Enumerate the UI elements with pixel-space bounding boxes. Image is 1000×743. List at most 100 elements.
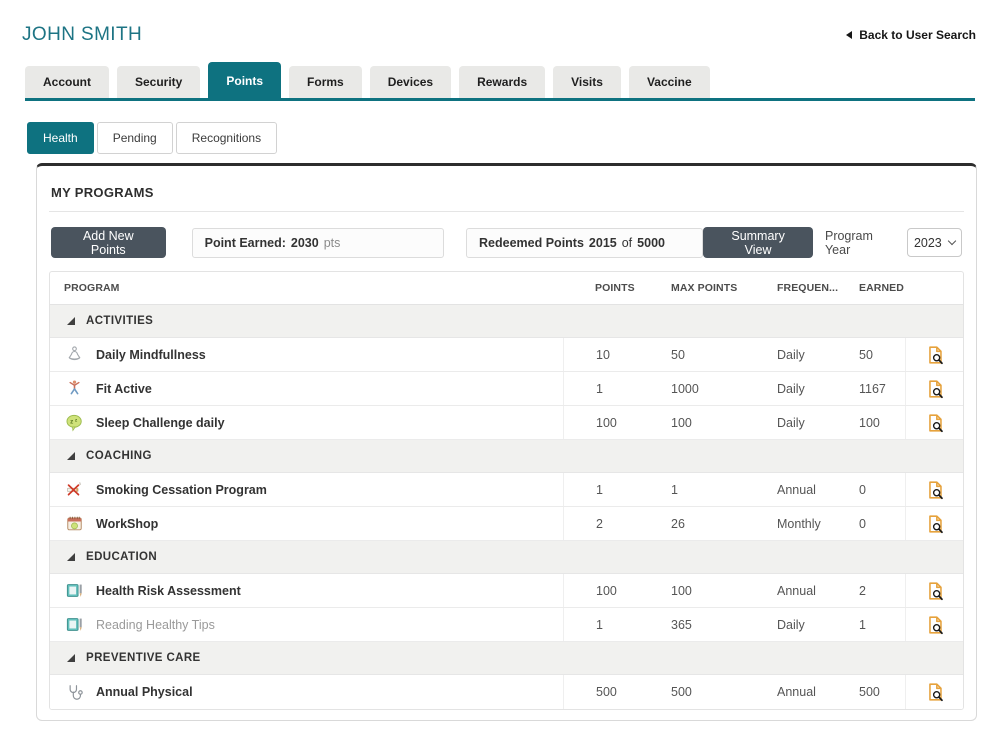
tab-rewards[interactable]: Rewards [459,66,545,98]
subtab-health[interactable]: Health [27,122,94,154]
book-pencil-icon [64,581,84,601]
header-actions [905,272,963,304]
tab-visits[interactable]: Visits [553,66,621,98]
back-arrow-icon [846,31,852,39]
header-max-points: MAX POINTS [639,272,745,304]
program-cell: Smoking Cessation Program [50,480,563,500]
table-row-annual-physical: Annual Physical500500Annual500 [50,675,963,709]
program-cell: Daily Mindfullness [50,345,563,365]
tab-account[interactable]: Account [25,66,109,98]
collapse-triangle-icon [67,452,75,460]
program-year-value: 2023 [914,236,942,250]
view-details-button[interactable] [924,479,946,501]
main-tabs: AccountSecurityPointsFormsDevicesRewards… [25,62,975,98]
earned-cell: 2 [829,574,905,607]
points-cell: 500 [563,675,639,709]
points-cell: 1 [563,473,639,506]
summary-view-button[interactable]: Summary View [703,227,813,258]
program-name: Reading Healthy Tips [96,618,215,632]
view-details-button[interactable] [924,681,946,703]
max-points-cell: 365 [639,608,745,641]
redeemed-label: Redeemed Points [479,236,584,250]
frequency-cell: Annual [745,473,829,506]
table-row-sleep-challenge-daily: zzSleep Challenge daily100100Daily100 [50,406,963,440]
max-points-cell: 1000 [639,372,745,405]
add-new-points-button[interactable]: Add New Points [51,227,166,258]
program-cell: WorkShop [50,514,563,534]
points-cell: 1 [563,372,639,405]
action-cell [905,675,963,709]
max-points-cell: 500 [639,675,745,709]
table-row-reading-healthy-tips: Reading Healthy Tips1365Daily1 [50,608,963,642]
program-name: Annual Physical [96,685,193,699]
view-details-button[interactable] [924,378,946,400]
points-earned-value: 2030 [291,236,319,250]
group-label: PREVENTIVE CARE [86,652,201,664]
table-row-daily-mindfullness: Daily Mindfullness1050Daily50 [50,338,963,372]
collapse-triangle-icon [67,553,75,561]
program-cell: Health Risk Assessment [50,581,563,601]
group-header-education[interactable]: EDUCATION [50,541,963,574]
max-points-cell: 1 [639,473,745,506]
toolbar: Add New Points Point Earned: 2030 pts Re… [51,227,962,258]
earned-cell: 100 [829,406,905,439]
group-header-coaching[interactable]: COACHING [50,440,963,473]
program-name: WorkShop [96,517,158,531]
meditation-icon [64,345,84,365]
table-row-workshop: WorkShop226Monthly0 [50,507,963,541]
points-cell: 100 [563,406,639,439]
view-details-button[interactable] [924,344,946,366]
subtab-recognitions[interactable]: Recognitions [176,122,277,154]
tab-devices[interactable]: Devices [370,66,451,98]
tab-forms[interactable]: Forms [289,66,362,98]
table-row-health-risk-assessment: Health Risk Assessment100100Annual2 [50,574,963,608]
view-details-button[interactable] [924,614,946,636]
action-cell [905,372,963,405]
page-header: JOHN SMITH Back to User Search [0,0,1000,46]
group-header-activities[interactable]: ACTIVITIES [50,305,963,338]
header-points: POINTS [563,272,639,304]
points-cell: 10 [563,338,639,371]
program-name: Sleep Challenge daily [96,416,225,430]
view-details-button[interactable] [924,513,946,535]
frequency-cell: Daily [745,338,829,371]
program-cell: Annual Physical [50,682,563,702]
frequency-cell: Annual [745,675,829,709]
earned-cell: 0 [829,507,905,540]
view-details-button[interactable] [924,580,946,602]
program-cell: Reading Healthy Tips [50,615,563,635]
sub-tabs: HealthPendingRecognitions [27,122,1000,154]
program-name: Fit Active [96,382,152,396]
tab-points[interactable]: Points [208,62,281,98]
table-body: ACTIVITIESDaily Mindfullness1050Daily50 F… [50,305,963,709]
group-label: EDUCATION [86,551,157,563]
frequency-cell: Daily [745,372,829,405]
table-row-fit-active: Fit Active11000Daily1167 [50,372,963,406]
header-frequency: FREQUEN... [745,272,829,304]
frequency-cell: Daily [745,608,829,641]
view-details-button[interactable] [924,412,946,434]
stethoscope-icon [64,682,84,702]
frequency-cell: Annual [745,574,829,607]
program-cell: zzSleep Challenge daily [50,413,563,433]
no-smoking-icon [64,480,84,500]
max-points-cell: 100 [639,574,745,607]
action-cell [905,338,963,371]
tab-vaccine[interactable]: Vaccine [629,66,710,98]
program-year-select[interactable]: 2023 [907,228,962,257]
group-header-preventive-care[interactable]: PREVENTIVE CARE [50,642,963,675]
back-to-user-search-link[interactable]: Back to User Search [846,28,976,42]
earned-cell: 500 [829,675,905,709]
frequency-cell: Monthly [745,507,829,540]
table-row-smoking-cessation-program: Smoking Cessation Program11Annual0 [50,473,963,507]
program-name: Smoking Cessation Program [96,483,267,497]
collapse-triangle-icon [67,317,75,325]
tab-security[interactable]: Security [117,66,200,98]
my-programs-panel: MY PROGRAMS Add New Points Point Earned:… [36,163,977,721]
action-cell [905,574,963,607]
back-link-label: Back to User Search [859,28,976,42]
tabs-underline [25,98,975,101]
earned-cell: 1 [829,608,905,641]
subtab-pending[interactable]: Pending [97,122,173,154]
group-label: COACHING [86,450,152,462]
